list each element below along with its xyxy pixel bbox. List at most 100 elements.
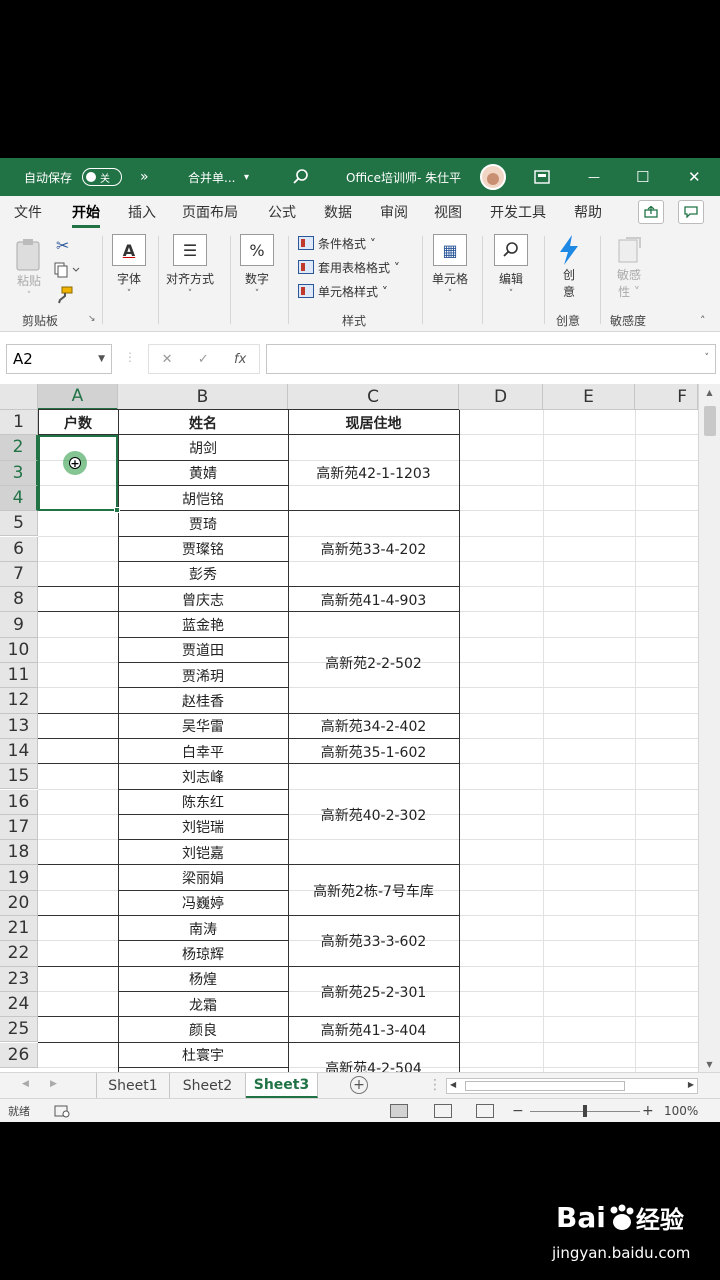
name-cell[interactable]: 杨琼辉 xyxy=(118,941,288,966)
merge-cells-quick-button[interactable]: 合并单... xyxy=(188,158,235,196)
sheet-tab-2[interactable]: Sheet2 xyxy=(170,1073,246,1098)
address-cell[interactable]: 高新苑4-2-504 xyxy=(288,1043,459,1072)
worksheet-grid[interactable]: A B C D E F 1 2 3 4 5 6 7 8 9 10 11 12 13 14 15 16 17 18 1… xyxy=(0,384,720,1072)
name-cell[interactable]: 陈东红 xyxy=(118,790,288,815)
address-cell[interactable]: 高新苑42-1-1203 xyxy=(288,435,459,511)
row-header[interactable]: 18 xyxy=(0,840,38,866)
formula-input[interactable]: ˅ xyxy=(266,344,716,374)
select-all-corner[interactable] xyxy=(0,384,38,410)
scroll-down-icon[interactable]: ▼ xyxy=(699,1056,720,1072)
row-header[interactable]: 16 xyxy=(0,789,38,815)
row-header[interactable]: 24 xyxy=(0,991,38,1018)
tab-data[interactable]: 数据 xyxy=(324,202,352,224)
zoom-level[interactable]: 100% xyxy=(664,1099,698,1122)
row-header[interactable]: 6 xyxy=(0,536,38,562)
row-header[interactable]: 9 xyxy=(0,612,38,638)
row-header[interactable]: 15 xyxy=(0,764,38,790)
name-cell[interactable]: 曾庆志 xyxy=(118,587,288,612)
sheet-tab-3[interactable]: Sheet3 xyxy=(246,1073,318,1098)
macro-record-icon[interactable] xyxy=(54,1099,70,1122)
zoom-in-button[interactable]: + xyxy=(642,1099,654,1122)
paste-button[interactable]: 粘贴 ˅ xyxy=(14,238,44,301)
name-cell[interactable]: 南涛 xyxy=(118,916,288,941)
row-header[interactable]: 13 xyxy=(0,713,38,739)
address-cell[interactable]: 高新苑40-2-302 xyxy=(288,764,459,865)
header-cell-address[interactable]: 现居住地 xyxy=(288,410,459,435)
row-header[interactable]: 26 xyxy=(0,1042,38,1068)
name-cell[interactable]: 杨煌 xyxy=(118,967,288,992)
address-cell[interactable]: 高新苑33-4-202 xyxy=(288,511,459,587)
copy-icon[interactable] xyxy=(54,262,80,281)
tab-formulas[interactable]: 公式 xyxy=(268,202,296,224)
column-header-e[interactable]: E xyxy=(543,384,635,410)
name-cell[interactable]: 蓝金艳 xyxy=(118,612,288,637)
name-cell[interactable]: 黄婧 xyxy=(118,461,288,486)
tab-help[interactable]: 帮助 xyxy=(574,202,602,224)
tab-review[interactable]: 审阅 xyxy=(380,202,408,224)
row-header[interactable]: 4 xyxy=(0,485,38,512)
row-header[interactable]: 5 xyxy=(0,511,38,537)
scroll-right-icon[interactable]: ▶ xyxy=(688,1080,694,1089)
name-cell[interactable]: 贾道田 xyxy=(118,638,288,663)
clipboard-launcher-icon[interactable]: ↘ xyxy=(88,314,96,324)
sheet-tab-1[interactable]: Sheet1 xyxy=(96,1073,170,1098)
name-box-dropdown-icon[interactable]: ▼ xyxy=(98,354,105,364)
scroll-up-icon[interactable]: ▲ xyxy=(699,384,720,400)
row-header[interactable]: 20 xyxy=(0,890,38,916)
column-header-b[interactable]: B xyxy=(118,384,288,410)
row-header[interactable]: 10 xyxy=(0,637,38,663)
editing-button[interactable]: 编辑 ˅ xyxy=(494,234,528,299)
tab-insert[interactable]: 插入 xyxy=(128,202,156,224)
collapse-ribbon-icon[interactable]: ˄ xyxy=(700,314,706,327)
vertical-scrollbar[interactable]: ▲ ▼ xyxy=(698,384,720,1072)
row-header[interactable]: 19 xyxy=(0,865,38,891)
ribbon-display-icon[interactable] xyxy=(534,158,550,196)
minimize-button[interactable]: — xyxy=(588,158,600,196)
tab-page-layout[interactable]: 页面布局 xyxy=(182,202,238,224)
number-button[interactable]: % 数字 ˅ xyxy=(240,234,274,299)
alignment-button[interactable]: ☰ 对齐方式 ˅ xyxy=(166,234,214,299)
address-cell[interactable]: 高新苑35-1-602 xyxy=(288,739,459,764)
column-header-d[interactable]: D xyxy=(459,384,543,410)
name-cell[interactable]: 颜良 xyxy=(118,1017,288,1042)
header-cell-name[interactable]: 姓名 xyxy=(118,410,288,435)
address-cell[interactable]: 高新苑25-2-301 xyxy=(288,967,459,1018)
name-cell[interactable]: 刘铠瑞 xyxy=(118,815,288,840)
name-cell[interactable]: 胡恺铭 xyxy=(118,486,288,511)
row-header[interactable]: 8 xyxy=(0,587,38,613)
row-header[interactable]: 3 xyxy=(0,460,38,486)
row-header[interactable]: 25 xyxy=(0,1017,38,1043)
user-avatar[interactable] xyxy=(480,164,506,190)
row-header[interactable]: 2 xyxy=(0,435,38,461)
horizontal-scrollbar[interactable]: ◀ ▶ xyxy=(446,1078,698,1094)
column-header-a[interactable]: A xyxy=(38,384,118,410)
page-break-view-icon[interactable] xyxy=(476,1104,494,1118)
name-cell[interactable]: 彭秀 xyxy=(118,562,288,587)
name-cell[interactable]: 冯巍婷 xyxy=(118,891,288,916)
tab-view[interactable]: 视图 xyxy=(434,202,462,224)
name-cell[interactable]: 贾琦 xyxy=(118,511,288,536)
name-cell[interactable]: 吴华雷 xyxy=(118,714,288,739)
maximize-button[interactable]: ☐ xyxy=(636,158,649,196)
more-commands-icon[interactable]: » xyxy=(140,158,149,196)
comments-icon[interactable] xyxy=(678,200,704,224)
address-cell[interactable]: 高新苑2栋-7号车库 xyxy=(288,865,459,916)
row-header[interactable]: 22 xyxy=(0,941,38,967)
row-header[interactable]: 11 xyxy=(0,663,38,689)
row-header[interactable]: 12 xyxy=(0,688,38,714)
row-header[interactable]: 17 xyxy=(0,814,38,841)
cut-icon[interactable]: ✂ xyxy=(56,236,69,255)
insert-function-icon[interactable]: fx xyxy=(234,352,246,367)
name-cell[interactable]: 刘志峰 xyxy=(118,764,288,789)
search-icon[interactable] xyxy=(292,158,310,196)
share-icon[interactable] xyxy=(638,200,664,224)
conditional-format-button[interactable]: 条件格式 ˅ xyxy=(298,232,376,254)
fill-handle[interactable] xyxy=(114,507,120,513)
format-painter-icon[interactable] xyxy=(56,286,74,307)
address-cell[interactable]: 高新苑41-3-404 xyxy=(288,1017,459,1042)
tab-developer[interactable]: 开发工具 xyxy=(490,202,546,224)
confirm-entry-icon[interactable]: ✓ xyxy=(198,352,209,367)
cancel-entry-icon[interactable]: ✕ xyxy=(162,352,173,367)
format-as-table-button[interactable]: 套用表格格式 ˅ xyxy=(298,256,400,278)
normal-view-icon[interactable] xyxy=(390,1104,408,1118)
